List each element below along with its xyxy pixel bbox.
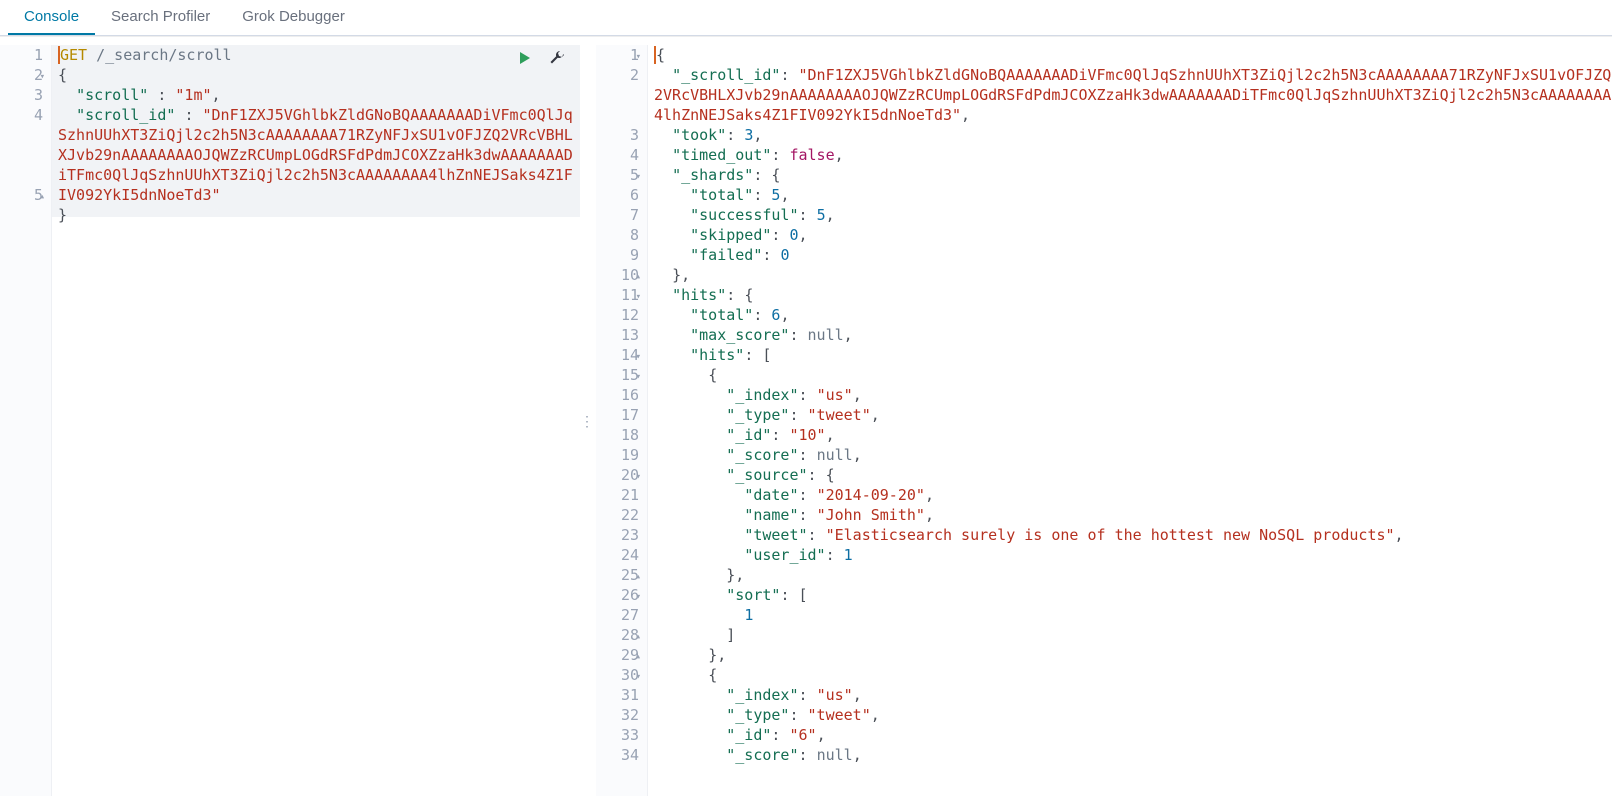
- response-viewer-pane[interactable]: 1▾2345▾678910▴11▾121314▾15▾1617181920▾21…: [596, 45, 1612, 796]
- request-code[interactable]: GET /_search/scroll{ "scroll" : "1m", "s…: [52, 45, 580, 796]
- response-code: { "_scroll_id": "DnF1ZXJ5VGhlbkZldGNoBQA…: [648, 45, 1612, 796]
- tab-grok-debugger[interactable]: Grok Debugger: [226, 0, 361, 35]
- tab-console[interactable]: Console: [8, 0, 95, 35]
- response-gutter: 1▾2345▾678910▴11▾121314▾15▾1617181920▾21…: [596, 45, 648, 796]
- request-gutter: 12▾345▴: [0, 45, 52, 796]
- resize-handle-icon[interactable]: ⋮: [580, 45, 596, 796]
- console-editor: 12▾345▴ GET /_search/scroll{ "scroll" : …: [0, 36, 1612, 796]
- wrench-icon[interactable]: [548, 49, 566, 67]
- play-icon[interactable]: [516, 49, 534, 67]
- tab-search-profiler[interactable]: Search Profiler: [95, 0, 226, 35]
- request-actions: [516, 49, 566, 67]
- request-editor-pane[interactable]: 12▾345▴ GET /_search/scroll{ "scroll" : …: [0, 45, 580, 796]
- tab-bar: Console Search Profiler Grok Debugger: [0, 0, 1612, 36]
